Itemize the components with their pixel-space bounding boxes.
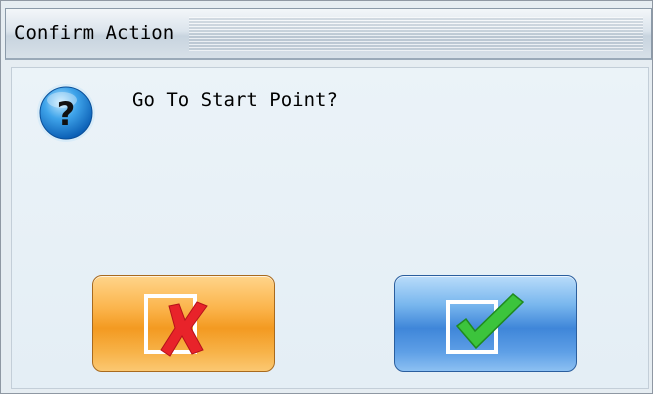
confirm-dialog: Confirm Action ? Go To Start Point? <box>0 0 653 394</box>
dialog-title: Confirm Action <box>14 22 175 44</box>
svg-text:?: ? <box>57 95 76 133</box>
title-bar-grip <box>189 17 643 51</box>
dialog-message: Go To Start Point? <box>132 89 338 111</box>
question-icon: ? <box>35 82 97 144</box>
green-check-checkbox-icon <box>446 293 525 354</box>
cancel-button[interactable] <box>92 275 275 372</box>
title-bar[interactable]: Confirm Action <box>5 8 652 60</box>
red-x-checkbox-icon <box>144 294 208 357</box>
confirm-button[interactable] <box>394 275 577 372</box>
